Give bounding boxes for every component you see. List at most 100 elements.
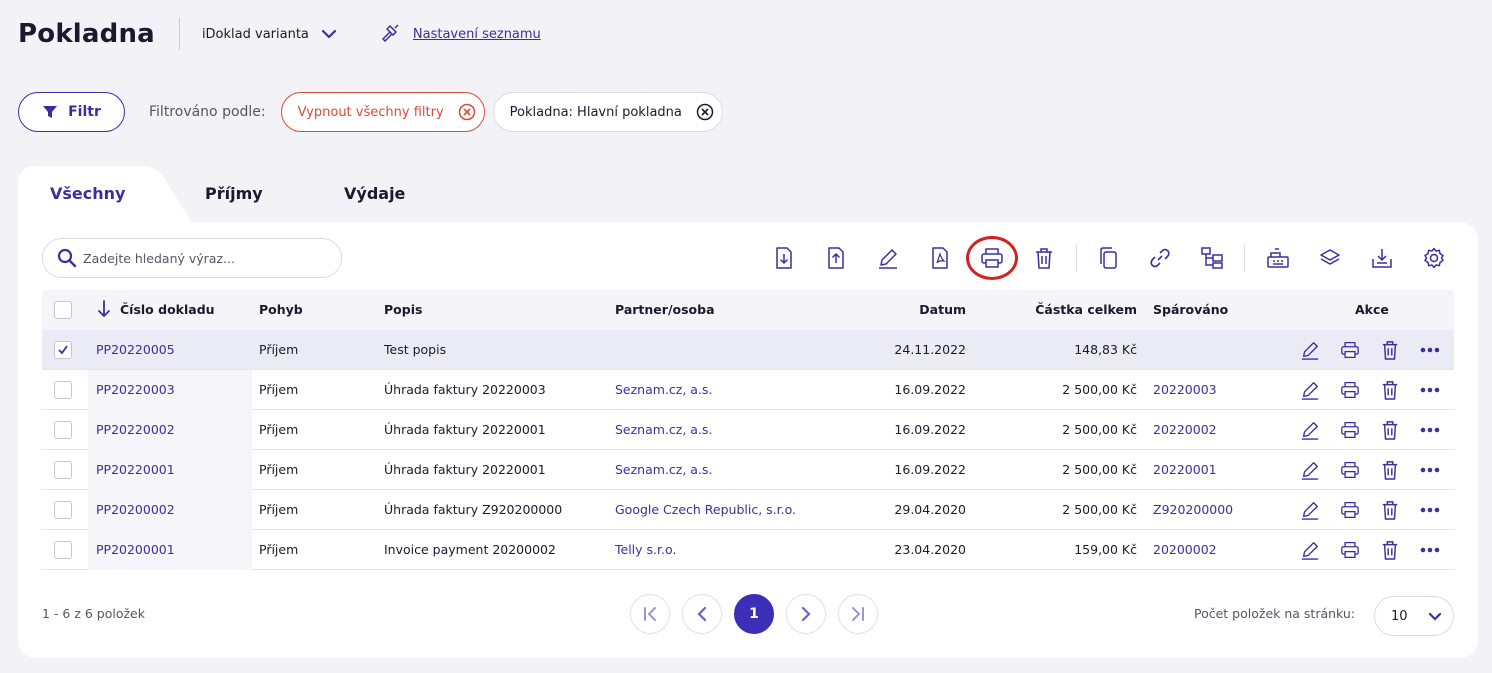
per-page-select[interactable]: 10 bbox=[1374, 596, 1454, 636]
pencil-icon[interactable] bbox=[1300, 540, 1320, 560]
hierarchy-icon[interactable] bbox=[1200, 246, 1224, 270]
column-header-date[interactable]: Datum bbox=[919, 302, 966, 317]
trash-icon[interactable] bbox=[1380, 340, 1400, 360]
print-icon[interactable] bbox=[1340, 540, 1360, 560]
column-header-paired[interactable]: Spárováno bbox=[1153, 302, 1228, 317]
row-checkbox[interactable] bbox=[54, 381, 72, 399]
trash-icon[interactable] bbox=[1380, 420, 1400, 440]
download-tray-icon[interactable] bbox=[1370, 246, 1394, 270]
partner-link[interactable]: Seznam.cz, a.s. bbox=[615, 462, 712, 477]
row-checkbox[interactable] bbox=[54, 421, 72, 439]
paired-document-link[interactable]: 20220003 bbox=[1153, 382, 1217, 397]
tab-income[interactable]: Příjmy bbox=[205, 184, 263, 203]
search-box[interactable] bbox=[42, 238, 342, 278]
cash-register-icon[interactable] bbox=[1266, 246, 1290, 270]
layers-icon[interactable] bbox=[1318, 246, 1342, 270]
row-checkbox[interactable] bbox=[54, 341, 72, 359]
partner-link[interactable]: Seznam.cz, a.s. bbox=[615, 422, 712, 437]
paired-document-link[interactable]: 20220001 bbox=[1153, 462, 1217, 477]
table-row[interactable]: PP20220002 Příjem Úhrada faktury 20220001 S… bbox=[42, 410, 1454, 450]
document-number-link[interactable]: PP20220001 bbox=[96, 462, 175, 477]
amount-cell: 159,00 Kč bbox=[1074, 542, 1137, 557]
select-all-checkbox[interactable] bbox=[54, 301, 72, 319]
current-page-button[interactable]: 1 bbox=[734, 594, 774, 634]
toolbar-divider bbox=[1076, 244, 1077, 272]
paired-document-link[interactable]: Z920200000 bbox=[1153, 502, 1233, 517]
column-header-amount[interactable]: Částka celkem bbox=[1035, 302, 1137, 317]
item-count: 1 - 6 z 6 položek bbox=[42, 606, 145, 621]
print-icon[interactable] bbox=[1340, 460, 1360, 480]
close-circle-icon[interactable] bbox=[458, 103, 476, 121]
more-options-icon[interactable] bbox=[1420, 340, 1440, 360]
document-number-link[interactable]: PP20200002 bbox=[96, 502, 175, 517]
paired-document-link[interactable]: 20220002 bbox=[1153, 422, 1217, 437]
variant-dropdown[interactable]: iDoklad varianta bbox=[202, 27, 337, 42]
pencil-icon[interactable] bbox=[1300, 340, 1320, 360]
tab-expenses[interactable]: Výdaje bbox=[344, 184, 405, 203]
column-header-movement[interactable]: Pohyb bbox=[259, 302, 303, 317]
pencil-icon[interactable] bbox=[1300, 500, 1320, 520]
trash-icon[interactable] bbox=[1380, 540, 1400, 560]
table-row[interactable]: PP20220005 Příjem Test popis 24.11.2022 148,… bbox=[42, 330, 1454, 370]
partner-link[interactable]: Seznam.cz, a.s. bbox=[615, 382, 712, 397]
copy-icon[interactable] bbox=[1096, 246, 1120, 270]
more-options-icon[interactable] bbox=[1420, 420, 1440, 440]
table-row[interactable]: PP20220003 Příjem Úhrada faktury 20220003 S… bbox=[42, 370, 1454, 410]
tab-all[interactable]: Všechny bbox=[50, 184, 125, 203]
print-icon[interactable] bbox=[1340, 380, 1360, 400]
more-options-icon[interactable] bbox=[1420, 460, 1440, 480]
row-checkbox[interactable] bbox=[54, 501, 72, 519]
document-number-link[interactable]: PP20200001 bbox=[96, 542, 175, 557]
trash-icon[interactable] bbox=[1380, 500, 1400, 520]
print-icon[interactable] bbox=[980, 246, 1004, 270]
link-icon[interactable] bbox=[1148, 246, 1172, 270]
row-checkbox[interactable] bbox=[54, 541, 72, 559]
first-page-button[interactable] bbox=[630, 594, 670, 634]
previous-page-button[interactable] bbox=[682, 594, 722, 634]
date-cell: 16.09.2022 bbox=[894, 382, 966, 397]
last-page-button[interactable] bbox=[838, 594, 878, 634]
document-number-link[interactable]: PP20220005 bbox=[96, 342, 175, 357]
print-icon[interactable] bbox=[1340, 500, 1360, 520]
gear-icon[interactable] bbox=[1422, 246, 1446, 270]
more-options-icon[interactable] bbox=[1420, 500, 1440, 520]
description-cell: Invoice payment 20200002 bbox=[384, 542, 556, 557]
cashdesk-filter-chip[interactable]: Pokladna: Hlavní pokladna bbox=[492, 92, 723, 132]
hammer-icon bbox=[381, 24, 403, 44]
partner-link[interactable]: Telly s.r.o. bbox=[615, 542, 676, 557]
export-document-icon[interactable] bbox=[824, 246, 848, 270]
close-circle-icon[interactable] bbox=[696, 103, 714, 121]
pencil-icon[interactable] bbox=[1300, 460, 1320, 480]
more-options-icon[interactable] bbox=[1420, 380, 1440, 400]
list-settings-link[interactable]: Nastavení seznamu bbox=[381, 24, 541, 44]
sort-arrow-down-icon[interactable] bbox=[97, 300, 111, 318]
search-input[interactable] bbox=[83, 250, 323, 266]
settings-link-label: Nastavení seznamu bbox=[412, 26, 541, 42]
next-page-button[interactable] bbox=[786, 594, 826, 634]
trash-icon[interactable] bbox=[1032, 246, 1056, 270]
document-number-link[interactable]: PP20220003 bbox=[96, 382, 175, 397]
pencil-icon[interactable] bbox=[876, 246, 900, 270]
trash-icon[interactable] bbox=[1380, 460, 1400, 480]
row-checkbox[interactable] bbox=[54, 461, 72, 479]
column-header-partner[interactable]: Partner/osoba bbox=[615, 302, 715, 317]
pencil-icon[interactable] bbox=[1300, 380, 1320, 400]
print-icon[interactable] bbox=[1340, 420, 1360, 440]
pencil-icon[interactable] bbox=[1300, 420, 1320, 440]
clear-all-filters-chip[interactable]: Vypnout všechny filtry bbox=[280, 92, 485, 132]
movement-cell: Příjem bbox=[259, 502, 299, 517]
table-row[interactable]: PP20200001 Příjem Invoice payment 20200002… bbox=[42, 530, 1454, 570]
column-header-number[interactable]: Číslo dokladu bbox=[120, 302, 215, 317]
filter-button[interactable]: Filtr bbox=[18, 92, 125, 132]
document-number-link[interactable]: PP20220002 bbox=[96, 422, 175, 437]
import-document-icon[interactable] bbox=[772, 246, 796, 270]
more-options-icon[interactable] bbox=[1420, 540, 1440, 560]
column-header-description[interactable]: Popis bbox=[384, 302, 422, 317]
print-icon[interactable] bbox=[1340, 340, 1360, 360]
table-row[interactable]: PP20200002 Příjem Úhrada faktury Z92020000… bbox=[42, 490, 1454, 530]
trash-icon[interactable] bbox=[1380, 380, 1400, 400]
pdf-icon[interactable] bbox=[928, 246, 952, 270]
table-row[interactable]: PP20220001 Příjem Úhrada faktury 20220001 S… bbox=[42, 450, 1454, 490]
paired-document-link[interactable]: 20200002 bbox=[1153, 542, 1217, 557]
partner-link[interactable]: Google Czech Republic, s.r.o. bbox=[615, 502, 796, 517]
